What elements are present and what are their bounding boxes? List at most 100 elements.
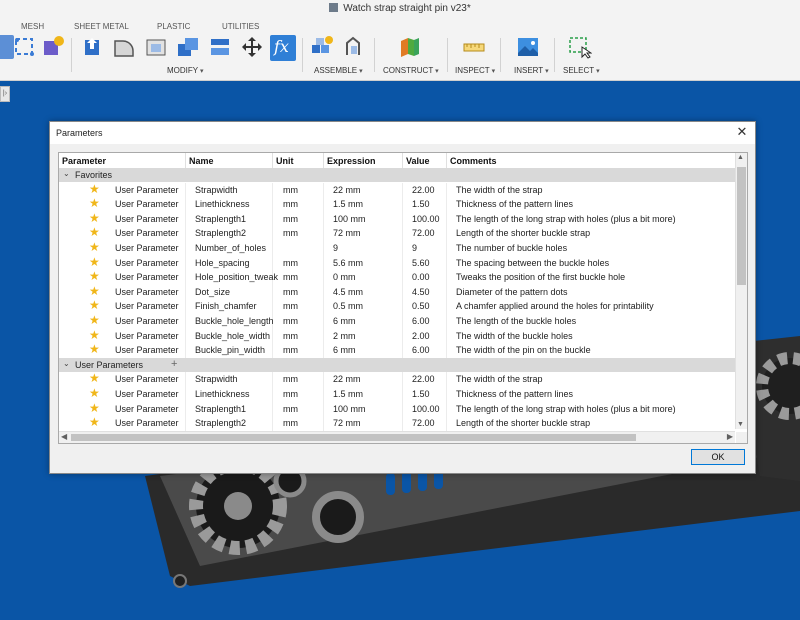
scroll-down-icon[interactable]: ▼ [737,421,744,428]
cell-comment[interactable]: The spacing between the buckle holes [456,258,609,268]
cell-name[interactable]: Strapwidth [195,374,238,384]
cell-expression[interactable]: 100 mm [333,404,366,414]
cell-expression[interactable]: 72 mm [333,228,361,238]
cell-name[interactable]: Dot_size [195,287,230,297]
table-row[interactable]: ★ User Parameter Hole_position_tweak mm 0 mm… [59,270,735,285]
inspect-menu[interactable]: INSPECT [455,66,495,75]
scroll-right-icon[interactable]: ▶ [727,432,733,441]
cell-comment[interactable]: Thickness of the pattern lines [456,199,573,209]
cell-expression[interactable]: 100 mm [333,214,366,224]
favorite-star-icon[interactable]: ★ [89,226,100,239]
group-row[interactable]: ⌄ User Parameters + [59,357,735,372]
table-row[interactable]: ★ User Parameter Strapwidth mm 22 mm 22.00 The… [59,372,735,387]
cell-expression[interactable]: 2 mm [333,331,356,341]
combine-icon[interactable] [176,35,200,59]
favorite-star-icon[interactable]: ★ [89,328,100,342]
cell-name[interactable]: Straplength2 [195,228,246,238]
tab-plastic[interactable]: PLASTIC [157,22,190,31]
cell-expression[interactable]: 9 [333,243,338,253]
cell-comment[interactable]: The length of the long strap with holes … [456,214,676,224]
cell-name[interactable]: Number_of_holes [195,243,266,253]
ok-button[interactable]: OK [691,449,745,465]
cell-name[interactable]: Straplength1 [195,214,246,224]
browser-toggle[interactable]: |› [0,86,10,102]
align-icon[interactable] [208,35,232,59]
table-row[interactable]: ★ User Parameter Straplength2 mm 72 mm 72.00 L… [59,416,735,431]
table-row[interactable]: ★ User Parameter Finish_chamfer mm 0.5 mm 0.5… [59,299,735,314]
favorite-star-icon[interactable]: ★ [89,372,100,385]
horizontal-scrollbar[interactable]: ◀ ▶ [59,431,735,443]
tab-utilities[interactable]: UTILITIES [222,22,259,31]
table-row[interactable]: ★ User Parameter Strapwidth mm 22 mm 22.00 The… [59,182,735,198]
cell-name[interactable]: Strapwidth [195,185,238,195]
horizontal-scroll-thumb[interactable] [71,434,636,441]
vertical-scrollbar[interactable]: ▲ ▼ [735,153,747,429]
assemble-menu[interactable]: ASSEMBLE [314,66,363,75]
table-row[interactable]: ★ User Parameter Linethickness mm 1.5 mm 1.50… [59,387,735,402]
tab-sheet-metal[interactable]: SHEET METAL [74,22,129,31]
table-row[interactable]: ★ User Parameter Straplength1 mm 100 mm 100.0… [59,401,735,417]
column-header-expression[interactable]: Expression [327,156,376,166]
vertical-scroll-thumb[interactable] [737,167,746,285]
cell-name[interactable]: Straplength2 [195,418,246,428]
favorite-star-icon[interactable]: ★ [89,314,100,327]
scroll-up-icon[interactable]: ▲ [737,154,744,161]
cell-expression[interactable]: 0 mm [333,272,356,282]
cell-comment[interactable]: Length of the shorter buckle strap [456,228,590,238]
cell-comment[interactable]: Thickness of the pattern lines [456,389,573,399]
insert-menu[interactable]: INSERT [514,66,549,75]
cell-expression[interactable]: 6 mm [333,345,356,355]
select-menu[interactable]: SELECT [563,66,600,75]
measure-icon[interactable] [462,35,486,59]
cell-comment[interactable]: The width of the pin on the buckle [456,345,591,355]
favorite-star-icon[interactable]: ★ [89,343,100,356]
favorite-star-icon[interactable]: ★ [89,211,100,225]
cell-name[interactable]: Hole_position_tweak [195,272,278,282]
press-pull-icon[interactable] [80,35,104,59]
column-header-name[interactable]: Name [189,156,214,166]
offset-plane-icon[interactable] [398,35,422,59]
dialog-titlebar[interactable]: Parameters ✕ [50,122,755,144]
cell-comment[interactable]: A chamfer applied around the holes for p… [456,301,654,311]
cell-name[interactable]: Hole_spacing [195,258,250,268]
column-header-unit[interactable]: Unit [276,156,294,166]
move-icon[interactable] [240,35,264,59]
favorite-star-icon[interactable]: ★ [89,255,100,269]
cell-comment[interactable]: The width of the buckle holes [456,331,573,341]
column-header-value[interactable]: Value [406,156,430,166]
favorite-star-icon[interactable]: ★ [89,284,100,298]
favorite-star-icon[interactable]: ★ [89,241,100,254]
close-icon[interactable]: ✕ [735,125,749,139]
cell-name[interactable]: Buckle_pin_width [195,345,265,355]
favorite-star-icon[interactable]: ★ [89,197,100,210]
insert-image-icon[interactable] [516,35,540,59]
cell-comment[interactable]: The length of the buckle holes [456,316,576,326]
group-row[interactable]: ⌄ Favorites [59,168,735,182]
construct-menu[interactable]: CONSTRUCT [383,66,439,75]
table-row[interactable]: ★ User Parameter Hole_spacing mm 5.6 mm 5.60 T… [59,255,735,271]
cell-name[interactable]: Straplength1 [195,404,246,414]
table-row[interactable]: ★ User Parameter Straplength1 mm 100 mm 100.0… [59,211,735,227]
cell-expression[interactable]: 22 mm [333,185,361,195]
cell-expression[interactable]: 6 mm [333,316,356,326]
column-header-parameter[interactable]: Parameter [62,156,106,166]
favorite-star-icon[interactable]: ★ [89,401,100,415]
cell-expression[interactable]: 0.5 mm [333,301,363,311]
cell-comment[interactable]: The width of the strap [456,185,543,195]
table-row[interactable]: ★ User Parameter Number_of_holes 9 9 The numb… [59,241,735,256]
cell-name[interactable]: Linethickness [195,199,250,209]
table-row[interactable]: ★ User Parameter Buckle_hole_length mm 6 mm 6… [59,314,735,329]
cell-name[interactable]: Buckle_hole_width [195,331,270,341]
cell-name[interactable]: Buckle_hole_length [195,316,274,326]
favorite-star-icon[interactable]: ★ [89,416,100,429]
cell-comment[interactable]: The width of the strap [456,374,543,384]
add-parameter-icon[interactable]: + [171,358,177,370]
cell-comment[interactable]: Length of the shorter buckle strap [456,418,590,428]
fillet-icon[interactable] [112,35,136,59]
cell-comment[interactable]: The length of the long strap with holes … [456,404,676,414]
cell-comment[interactable]: Diameter of the pattern dots [456,287,568,297]
cell-expression[interactable]: 4.5 mm [333,287,363,297]
table-row[interactable]: ★ User Parameter Buckle_pin_width mm 6 mm 6.0… [59,343,735,358]
cell-comment[interactable]: The number of buckle holes [456,243,567,253]
column-header-comments[interactable]: Comments [450,156,497,166]
